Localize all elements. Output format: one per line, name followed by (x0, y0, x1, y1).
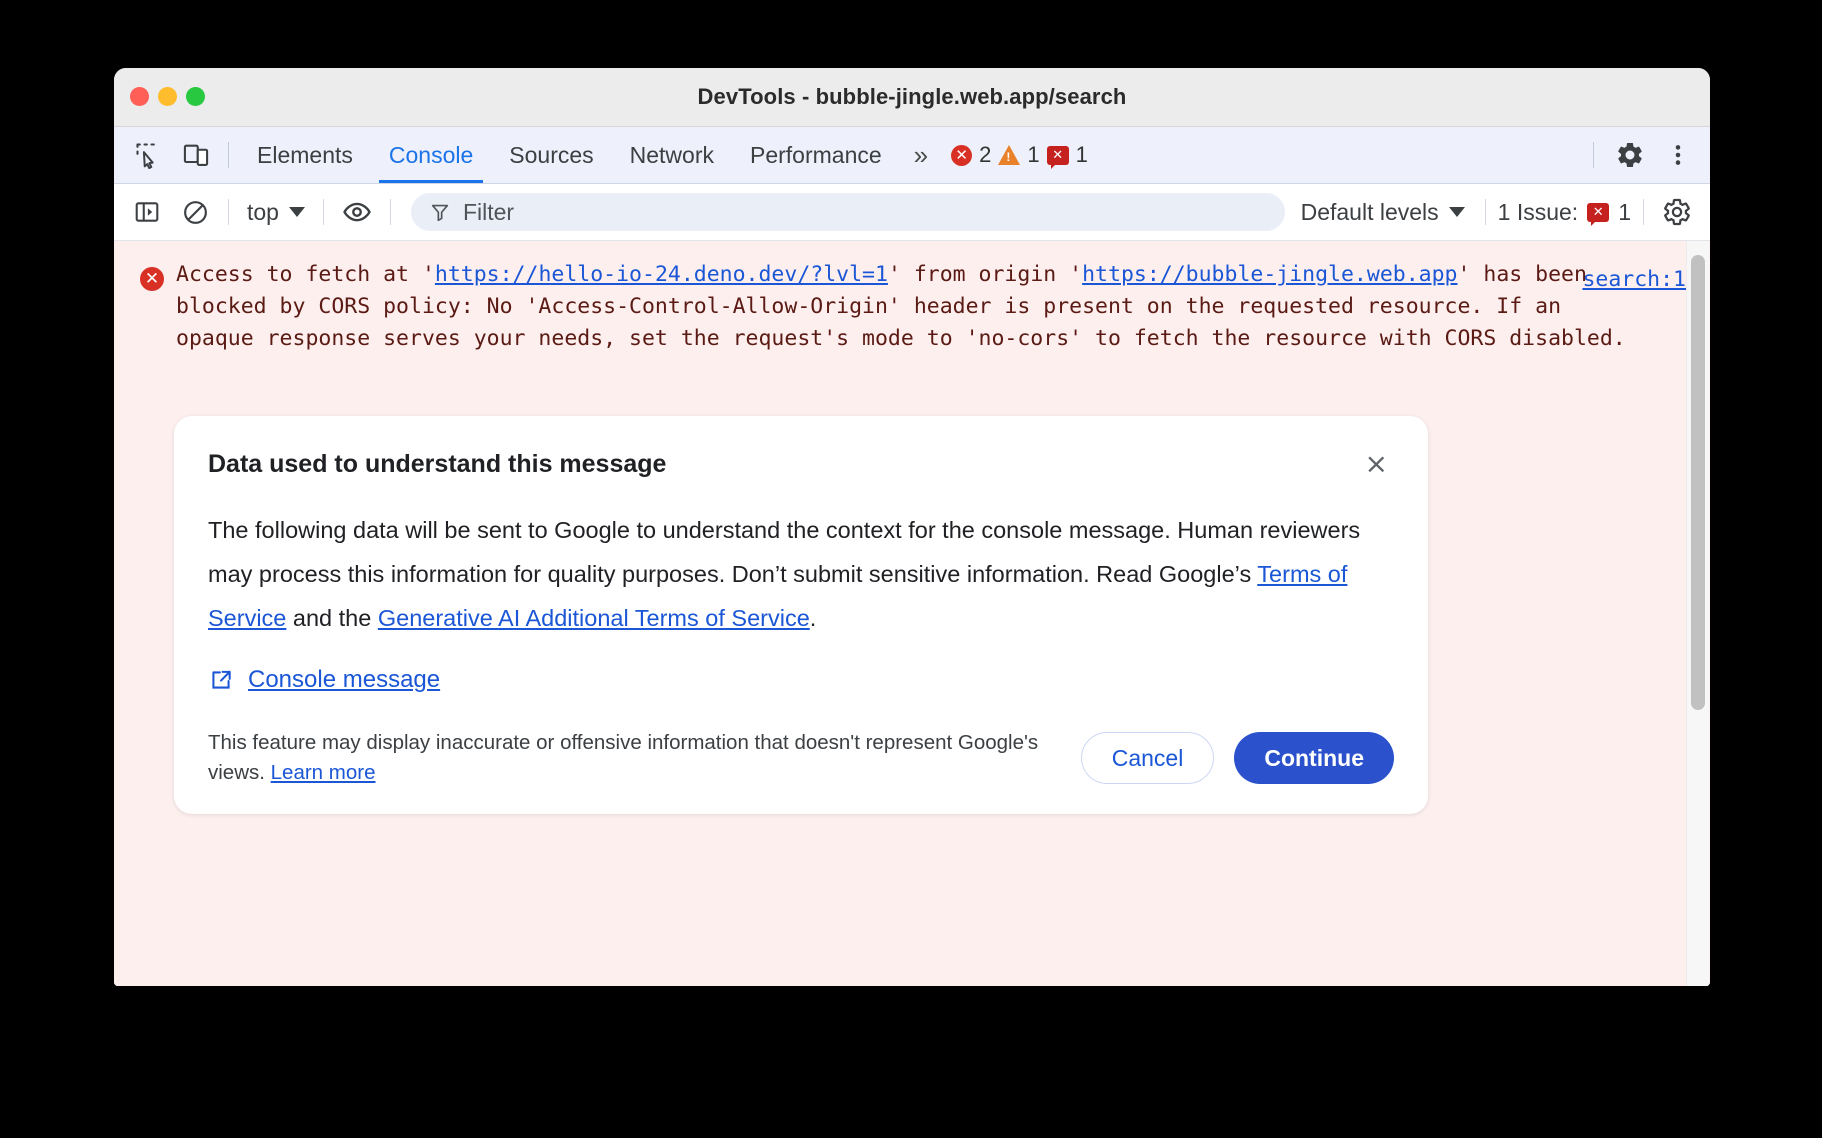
filter-input[interactable]: Filter (411, 193, 1285, 231)
live-expression-icon[interactable] (336, 191, 378, 233)
chevron-down-icon (289, 207, 305, 217)
dialog-body-part3: . (810, 605, 817, 631)
window-titlebar: DevTools - bubble-jingle.web.app/search (114, 68, 1710, 127)
cancel-button[interactable]: Cancel (1081, 732, 1215, 784)
console-error-text: Access to fetch at 'https://hello-io-24.… (176, 259, 1640, 355)
issues-label: 1 Issue: (1498, 199, 1579, 226)
console-scrollbar[interactable] (1686, 241, 1709, 986)
filterbar-divider-3 (390, 199, 391, 225)
learn-more-link[interactable]: Learn more (271, 761, 376, 784)
error-prefix: Access to fetch at ' (176, 262, 435, 287)
log-levels-selector[interactable]: Default levels (1293, 199, 1473, 226)
screenshot-root: DevTools - bubble-jingle.web.app/search … (0, 0, 1822, 1138)
console-filter-toolbar: top Filter Default le (114, 184, 1710, 241)
tabbar-divider (228, 142, 229, 168)
error-circle-icon-message: ✕ (140, 267, 164, 291)
devtools-window: DevTools - bubble-jingle.web.app/search … (114, 68, 1710, 986)
tab-console[interactable]: Console (371, 127, 491, 183)
data-usage-dialog: Data used to understand this message × T… (174, 416, 1428, 814)
console-message-link-row[interactable]: Console message (208, 666, 1394, 694)
tab-elements[interactable]: Elements (239, 127, 371, 183)
console-scrollbar-thumb[interactable] (1691, 255, 1705, 710)
dialog-header: Data used to understand this message × (208, 446, 1394, 482)
kebab-menu-icon[interactable] (1656, 133, 1700, 177)
warning-triangle-icon (998, 145, 1020, 165)
error-count: 2 (979, 142, 991, 168)
tab-performance[interactable]: Performance (732, 127, 900, 183)
execution-context-selector[interactable]: top (241, 199, 311, 226)
generative-ai-terms-link[interactable]: Generative AI Additional Terms of Servic… (378, 605, 810, 631)
issue-counters: ✕ 2 1 ✕ 1 (951, 142, 1088, 168)
log-levels-label: Default levels (1301, 199, 1439, 226)
issue-speech-bubble-icon: ✕ (1047, 146, 1069, 165)
console-message-link[interactable]: Console message (248, 666, 440, 694)
open-in-new-icon (208, 667, 234, 693)
filterbar-divider-5 (1643, 199, 1644, 225)
dialog-buttons: Cancel Continue (1081, 732, 1394, 784)
warning-count: 1 (1027, 142, 1039, 168)
tabbar-right-actions (1583, 133, 1710, 177)
filter-icon (429, 201, 451, 223)
more-tabs-icon[interactable]: » (900, 140, 939, 171)
issues-summary[interactable]: 1 Issue: ✕ 1 (1498, 199, 1631, 226)
issue-speech-bubble-icon-2: ✕ (1587, 203, 1609, 222)
console-source-link[interactable]: search:1 (1582, 267, 1686, 292)
tabbar-divider-2 (1593, 142, 1594, 168)
issues-count: 1 (1618, 199, 1631, 226)
issue-count: 1 (1076, 142, 1088, 168)
continue-button[interactable]: Continue (1234, 732, 1394, 784)
inspect-element-icon[interactable] (126, 133, 170, 177)
issue-counter[interactable]: ✕ 1 (1047, 142, 1088, 168)
filterbar-divider-1 (228, 199, 229, 225)
dialog-body-part1: The following data will be sent to Googl… (208, 517, 1360, 587)
gear-icon[interactable] (1608, 133, 1652, 177)
filterbar-divider-4 (1485, 199, 1486, 225)
error-request-url-link[interactable]: https://hello-io-24.deno.dev/?lvl=1 (435, 262, 888, 287)
filterbar-divider-2 (323, 199, 324, 225)
dialog-body-part2: and the (286, 605, 377, 631)
devtools-tabbar: Elements Console Sources Network Perform… (114, 127, 1710, 184)
show-console-sidebar-icon[interactable] (126, 191, 168, 233)
error-circle-icon: ✕ (951, 145, 972, 166)
chevron-down-icon-levels (1449, 207, 1465, 217)
dialog-title: Data used to understand this message (208, 446, 666, 481)
window-title: DevTools - bubble-jingle.web.app/search (114, 68, 1710, 126)
filter-placeholder: Filter (463, 199, 514, 226)
tab-sources[interactable]: Sources (491, 127, 611, 183)
console-settings-gear-icon[interactable] (1656, 191, 1698, 233)
error-mid: ' from origin ' (888, 262, 1082, 287)
clear-console-icon[interactable] (174, 191, 216, 233)
close-icon[interactable]: × (1359, 446, 1394, 482)
console-message-area: ✕ search:1 Access to fetch at 'https://h… (114, 241, 1710, 986)
dialog-body-text: The following data will be sent to Googl… (208, 508, 1394, 640)
tab-network[interactable]: Network (612, 127, 732, 183)
dialog-footer: This feature may display inaccurate or o… (208, 728, 1394, 788)
warning-counter[interactable]: 1 (998, 142, 1039, 168)
console-error-row[interactable]: ✕ search:1 Access to fetch at 'https://h… (114, 241, 1710, 986)
error-counter[interactable]: ✕ 2 (951, 142, 991, 168)
dialog-disclaimer: This feature may display inaccurate or o… (208, 728, 1051, 788)
device-toolbar-icon[interactable] (174, 133, 218, 177)
error-origin-url-link[interactable]: https://bubble-jingle.web.app (1082, 262, 1457, 287)
execution-context-label: top (247, 199, 279, 226)
